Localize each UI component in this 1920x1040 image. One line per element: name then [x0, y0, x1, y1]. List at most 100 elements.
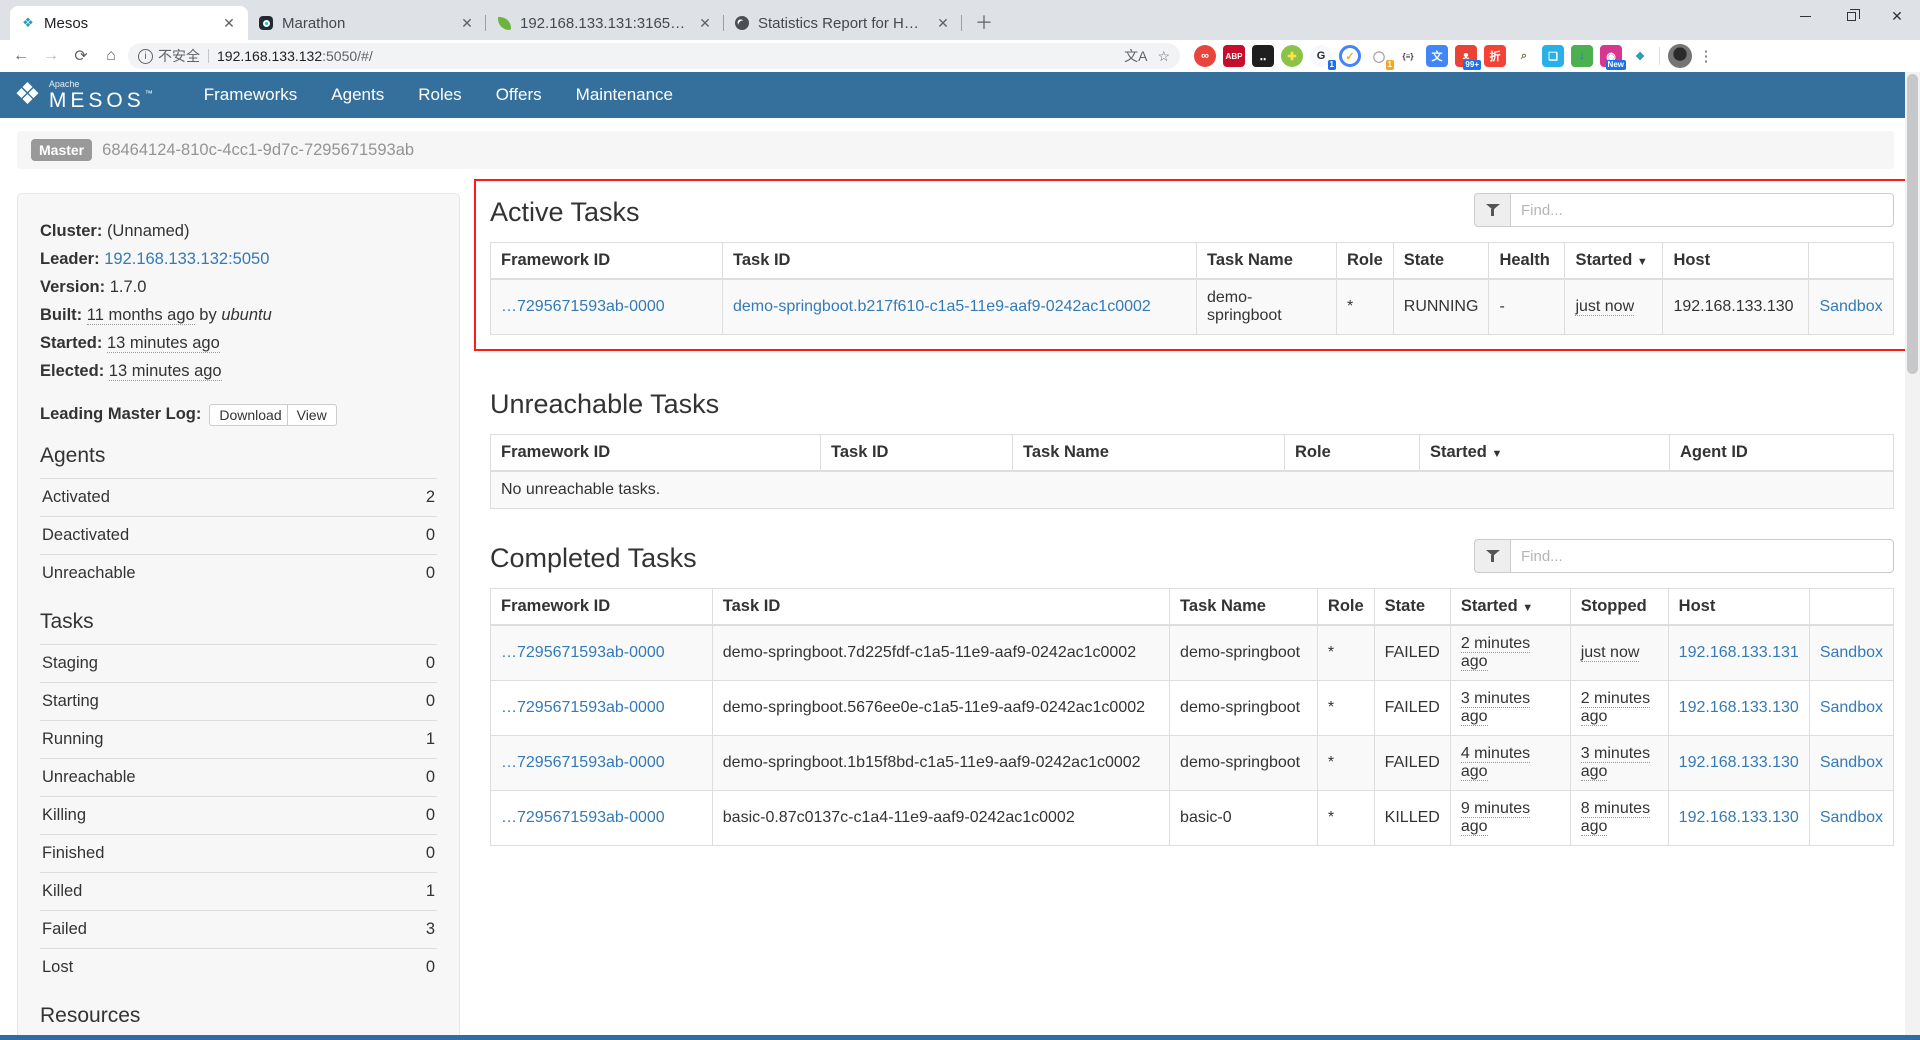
- filter-button[interactable]: [1474, 193, 1510, 227]
- framework-id-link[interactable]: …7295671593ab-0000: [501, 298, 665, 315]
- sandbox-link[interactable]: Sandbox: [1820, 644, 1883, 661]
- leader-link[interactable]: 192.168.133.132:5050: [104, 250, 269, 268]
- tab-mesos[interactable]: ❖ Mesos ✕: [10, 6, 248, 40]
- framework-id-link[interactable]: …7295671593ab-0000: [501, 809, 665, 826]
- col-header[interactable]: Started ▼: [1450, 589, 1570, 626]
- bookmark-star-icon[interactable]: ☆: [1157, 48, 1170, 65]
- stat-label: Deactivated: [40, 516, 390, 554]
- sandbox-link[interactable]: Sandbox: [1819, 298, 1882, 315]
- profile-avatar[interactable]: [1668, 44, 1692, 68]
- adblock-plus-icon: ABP: [1226, 52, 1243, 61]
- forward-icon[interactable]: →: [38, 43, 64, 69]
- blue-pages-icon[interactable]: ❏: [1542, 45, 1564, 67]
- unreachable-tasks-heading: Unreachable Tasks: [490, 389, 719, 420]
- host-link[interactable]: 192.168.133.130: [1679, 754, 1799, 771]
- infinity-extension-icon[interactable]: ∞: [1194, 45, 1216, 67]
- host-link[interactable]: 192.168.133.131: [1679, 644, 1799, 661]
- table-row: Killed1: [40, 872, 437, 910]
- sandbox-link[interactable]: Sandbox: [1820, 754, 1883, 771]
- filter-button[interactable]: [1474, 539, 1510, 573]
- tab-close-icon[interactable]: ✕: [458, 14, 476, 32]
- address-bar[interactable]: i 不安全 192.168.133.132:5050/#/ 文A ☆: [128, 43, 1180, 69]
- cat-mask-extension-icon[interactable]: ꓸꓸ: [1252, 45, 1274, 67]
- stopped-time: just now: [1581, 644, 1640, 662]
- close-button[interactable]: ✕: [1874, 0, 1920, 32]
- scrollbar-thumb[interactable]: [1907, 74, 1918, 374]
- state: RUNNING: [1393, 279, 1489, 335]
- reload-icon[interactable]: ⟳: [68, 43, 94, 69]
- adblock-plus-icon[interactable]: ABP: [1223, 45, 1245, 67]
- host-link[interactable]: 192.168.133.130: [1679, 809, 1799, 826]
- onetab-ring-icon[interactable]: ◯1: [1368, 45, 1390, 67]
- instagram-new-icon[interactable]: ◉New: [1600, 45, 1622, 67]
- framework-id-link[interactable]: …7295671593ab-0000: [501, 754, 665, 771]
- coin-extension-icon[interactable]: ✚: [1281, 45, 1303, 67]
- sandbox-link[interactable]: Sandbox: [1820, 699, 1883, 716]
- table-row: Unreachable0: [40, 758, 437, 796]
- new-tab-button[interactable]: ＋: [970, 8, 998, 36]
- stat-label: Unreachable: [40, 554, 390, 592]
- task-id: demo-springboot.5676ee0e-c1a5-11e9-aaf9-…: [712, 681, 1169, 736]
- nav-offers[interactable]: Offers: [479, 85, 559, 105]
- mesos-brand[interactable]: ❖ Apache MESOS™: [14, 80, 157, 111]
- col-header: Role: [1317, 589, 1374, 626]
- tab-close-icon[interactable]: ✕: [696, 14, 714, 32]
- page-scrollbar[interactable]: [1905, 72, 1920, 1040]
- col-header[interactable]: Started ▼: [1565, 243, 1663, 280]
- completed-tasks-find-input[interactable]: [1510, 539, 1894, 573]
- json-braces-icon[interactable]: {≡}: [1397, 45, 1419, 67]
- extension-badge: New: [1606, 60, 1626, 70]
- host-link[interactable]: 192.168.133.130: [1679, 699, 1799, 716]
- task-name: basic-0: [1170, 791, 1318, 846]
- nav-roles[interactable]: Roles: [401, 85, 478, 105]
- github-extension-icon[interactable]: G1: [1310, 45, 1332, 67]
- home-icon[interactable]: ⌂: [98, 43, 124, 69]
- agents-heading: Agents: [40, 444, 437, 468]
- col-header: Framework ID: [491, 589, 713, 626]
- divider: [1659, 47, 1660, 65]
- host-link: 192.168.133.131: [1668, 625, 1809, 681]
- col-header[interactable]: Started ▼: [1420, 435, 1670, 472]
- tab-haproxy-stats[interactable]: Statistics Report for HAProxy ✕: [724, 6, 962, 40]
- tab-marathon[interactable]: Marathon ✕: [248, 6, 486, 40]
- extension-badge: 1: [1328, 60, 1336, 70]
- role: *: [1317, 736, 1374, 791]
- tab-close-icon[interactable]: ✕: [220, 14, 238, 32]
- ticktick-check-icon[interactable]: ✓: [1339, 45, 1361, 67]
- task-id-link[interactable]: demo-springboot.b217f610-c1a5-11e9-aaf9-…: [733, 298, 1151, 315]
- taskbar-sliver: [0, 1035, 1920, 1040]
- sandbox-link[interactable]: Sandbox: [1820, 809, 1883, 826]
- nav-frameworks[interactable]: Frameworks: [187, 85, 315, 105]
- google-translate-icon[interactable]: 文: [1426, 45, 1448, 67]
- minimize-button[interactable]: [1782, 0, 1828, 32]
- framework-id-link[interactable]: …7295671593ab-0000: [501, 644, 665, 661]
- unreachable-tasks-section: Unreachable Tasks Framework IDTask IDTas…: [490, 385, 1894, 509]
- download-log-button[interactable]: Download: [209, 404, 291, 426]
- started-time: 3 minutes ago: [1461, 690, 1530, 726]
- stopped-time: 8 minutes ago: [1581, 800, 1650, 836]
- coupon-zhe-icon[interactable]: 折: [1484, 45, 1506, 67]
- mesos-navbar: ❖ Apache MESOS™ Frameworks Agents Roles …: [0, 72, 1920, 118]
- nav-agents[interactable]: Agents: [314, 85, 401, 105]
- download-manager-icon[interactable]: ↓: [1571, 45, 1593, 67]
- tab-hello-service[interactable]: 192.168.133.131:31657/hello w ✕: [486, 6, 724, 40]
- tasks-table: Staging0Starting0Running1Unreachable0Kil…: [40, 644, 437, 986]
- teal-web-icon[interactable]: ❖: [1629, 45, 1651, 67]
- stat-label: Failed: [40, 910, 390, 948]
- person-search-icon[interactable]: ⌕: [1513, 45, 1535, 67]
- translate-icon[interactable]: 文A: [1124, 46, 1147, 66]
- tab-close-icon[interactable]: ✕: [934, 14, 952, 32]
- nav-maintenance[interactable]: Maintenance: [559, 85, 690, 105]
- back-icon[interactable]: ←: [8, 43, 34, 69]
- red-face-extension-icon[interactable]: ᴥ99+: [1455, 45, 1477, 67]
- stat-label: Unreachable: [40, 758, 390, 796]
- security-indicator[interactable]: i 不安全: [138, 46, 200, 66]
- url-text[interactable]: 192.168.133.132:5050/#/: [217, 48, 1116, 64]
- stat-value: 0: [390, 554, 437, 592]
- active-tasks-find-input[interactable]: [1510, 193, 1894, 227]
- framework-id-link[interactable]: …7295671593ab-0000: [501, 699, 665, 716]
- view-log-button[interactable]: View: [287, 404, 337, 426]
- browser-menu-icon[interactable]: ⋮: [1696, 47, 1716, 65]
- stat-label: Activated: [40, 478, 390, 516]
- restore-button[interactable]: [1828, 0, 1874, 32]
